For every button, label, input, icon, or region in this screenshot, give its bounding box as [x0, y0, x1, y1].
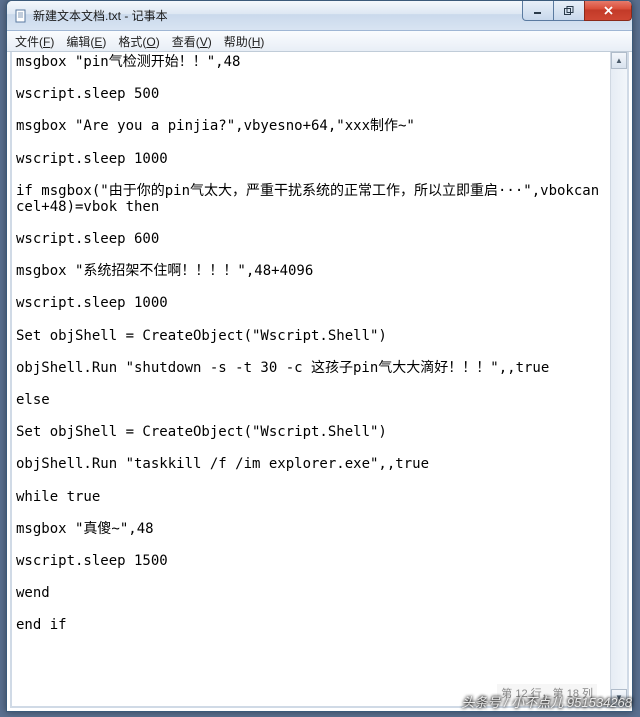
status-position: 第 12 行，第 18 列	[497, 684, 597, 702]
editor-area: msgbox "pin气检测开始！！",48 wscript.sleep 500…	[10, 52, 629, 708]
scroll-track[interactable]	[611, 69, 627, 689]
app-icon	[13, 8, 29, 24]
maximize-button[interactable]	[553, 1, 585, 21]
menubar: 文件(F) 编辑(E) 格式(O) 查看(V) 帮助(H)	[7, 31, 632, 52]
text-content[interactable]: msgbox "pin气检测开始！！",48 wscript.sleep 500…	[12, 52, 610, 706]
menu-edit[interactable]: 编辑(E)	[60, 31, 112, 52]
menu-help[interactable]: 帮助(H)	[218, 31, 271, 52]
minimize-button[interactable]	[522, 1, 554, 21]
menu-view[interactable]: 查看(V)	[166, 31, 218, 52]
close-button[interactable]	[584, 1, 632, 21]
window-controls	[523, 1, 632, 30]
menu-format[interactable]: 格式(O)	[112, 31, 165, 52]
scroll-up-button[interactable]: ▲	[611, 52, 627, 69]
vertical-scrollbar[interactable]: ▲ ▼	[610, 52, 627, 706]
window-title: 新建文本文档.txt - 记事本	[33, 7, 523, 24]
menu-file[interactable]: 文件(F)	[9, 31, 60, 52]
titlebar[interactable]: 新建文本文档.txt - 记事本	[7, 1, 632, 31]
scroll-down-button[interactable]: ▼	[611, 689, 627, 706]
notepad-window: 新建文本文档.txt - 记事本 文件(F) 编辑(E) 格式(O) 查	[6, 0, 633, 712]
